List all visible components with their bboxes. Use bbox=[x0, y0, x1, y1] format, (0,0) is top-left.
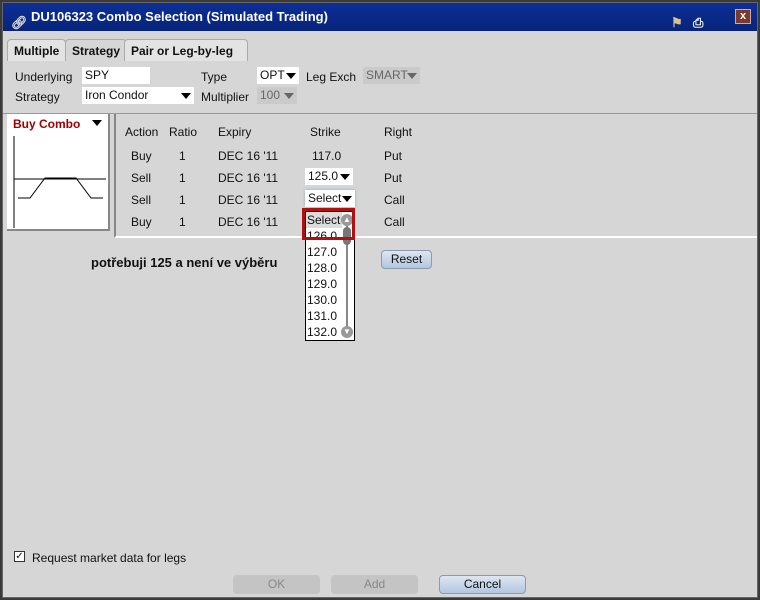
type-value: OPT bbox=[260, 68, 285, 82]
annotation-text: potřebuji 125 a není ve výběru bbox=[91, 255, 278, 270]
row1-expiry: DEC 16 '11 bbox=[218, 149, 279, 163]
strategy-select[interactable]: Iron Condor bbox=[82, 87, 194, 104]
chevron-down-icon bbox=[407, 73, 417, 79]
close-button[interactable]: x bbox=[735, 9, 751, 24]
window-title: DU106323 Combo Selection (Simulated Trad… bbox=[31, 9, 328, 24]
row3-expiry: DEC 16 '11 bbox=[218, 193, 279, 207]
row4-action: Buy bbox=[131, 215, 152, 229]
header-expiry: Expiry bbox=[218, 125, 252, 139]
row3-ratio: 1 bbox=[179, 193, 186, 207]
chevron-down-icon[interactable] bbox=[92, 120, 102, 126]
row3-right: Call bbox=[384, 193, 405, 207]
type-select[interactable]: OPT bbox=[257, 67, 299, 84]
combo-chart-panel: Buy Combo bbox=[7, 114, 110, 231]
chevron-down-icon bbox=[284, 93, 294, 99]
header-action: Action bbox=[125, 125, 159, 139]
chevron-down-icon bbox=[342, 196, 352, 202]
row2-strike: 125.0 bbox=[308, 169, 339, 183]
row1-strike: 117.0 bbox=[312, 149, 342, 163]
header-ratio: Ratio bbox=[169, 125, 198, 139]
type-label: Type bbox=[201, 70, 228, 84]
add-button[interactable]: Add bbox=[331, 575, 418, 594]
buy-combo-select[interactable]: Buy Combo bbox=[13, 117, 80, 131]
combo-selection-window: 🔗︎ DU106323 Combo Selection (Simulated T… bbox=[2, 2, 758, 598]
row1-right: Put bbox=[384, 149, 403, 163]
cancel-button[interactable]: Cancel bbox=[439, 575, 526, 594]
request-market-data-label: Request market data for legs bbox=[32, 551, 187, 565]
chevron-down-icon bbox=[340, 174, 350, 180]
header-strike: Strike bbox=[310, 125, 341, 139]
highlight-box bbox=[302, 208, 355, 240]
leg-exch-label: Leg Exch bbox=[306, 70, 357, 84]
row3-strike-select[interactable]: Select bbox=[305, 190, 355, 207]
header-right: Right bbox=[384, 125, 413, 139]
print-icon[interactable]: ⎙ bbox=[693, 9, 703, 37]
multiplier-value: 100 bbox=[260, 88, 281, 102]
row2-right: Put bbox=[384, 171, 403, 185]
reset-button[interactable]: Reset bbox=[381, 250, 432, 269]
scroll-down-icon[interactable]: ▼ bbox=[341, 326, 353, 338]
row1-action: Buy bbox=[131, 149, 152, 163]
legs-table: Action Ratio Expiry Strike Right Buy 1 D… bbox=[114, 114, 757, 238]
chevron-down-icon bbox=[286, 73, 296, 79]
row2-action: Sell bbox=[131, 171, 152, 185]
chevron-down-icon bbox=[181, 93, 191, 99]
tab-strategy[interactable]: Strategy bbox=[65, 39, 128, 61]
request-market-data-checkbox[interactable]: ✓ bbox=[14, 551, 25, 562]
link-icon: 🔗︎ bbox=[11, 15, 28, 30]
title-bar: 🔗︎ DU106323 Combo Selection (Simulated T… bbox=[3, 3, 757, 31]
row4-expiry: DEC 16 '11 bbox=[218, 215, 279, 229]
row4-ratio: 1 bbox=[179, 215, 186, 229]
strategy-value: Iron Condor bbox=[85, 88, 149, 102]
multiplier-label: Multiplier bbox=[201, 90, 250, 104]
leg-exch-select[interactable]: SMART bbox=[363, 67, 420, 84]
strategy-label: Strategy bbox=[15, 90, 60, 104]
payoff-diagram bbox=[13, 136, 106, 228]
row3-strike: Select bbox=[308, 191, 342, 205]
tab-pair-or-leg-by-leg[interactable]: Pair or Leg-by-leg bbox=[124, 39, 249, 61]
row2-ratio: 1 bbox=[179, 171, 186, 185]
row4-right: Call bbox=[384, 215, 405, 229]
leg-exch-value: SMART bbox=[366, 68, 408, 82]
row2-strike-select[interactable]: 125.0 bbox=[305, 168, 353, 185]
underlying-input[interactable]: SPY bbox=[82, 67, 150, 84]
pin-icon[interactable]: ⚑ bbox=[671, 9, 683, 37]
multiplier-select[interactable]: 100 bbox=[257, 87, 297, 104]
ok-button[interactable]: OK bbox=[233, 575, 320, 594]
row2-expiry: DEC 16 '11 bbox=[218, 171, 279, 185]
row3-action: Sell bbox=[131, 193, 152, 207]
underlying-label: Underlying bbox=[15, 70, 73, 84]
row1-ratio: 1 bbox=[179, 149, 186, 163]
tab-multiple[interactable]: Multiple bbox=[7, 39, 67, 61]
